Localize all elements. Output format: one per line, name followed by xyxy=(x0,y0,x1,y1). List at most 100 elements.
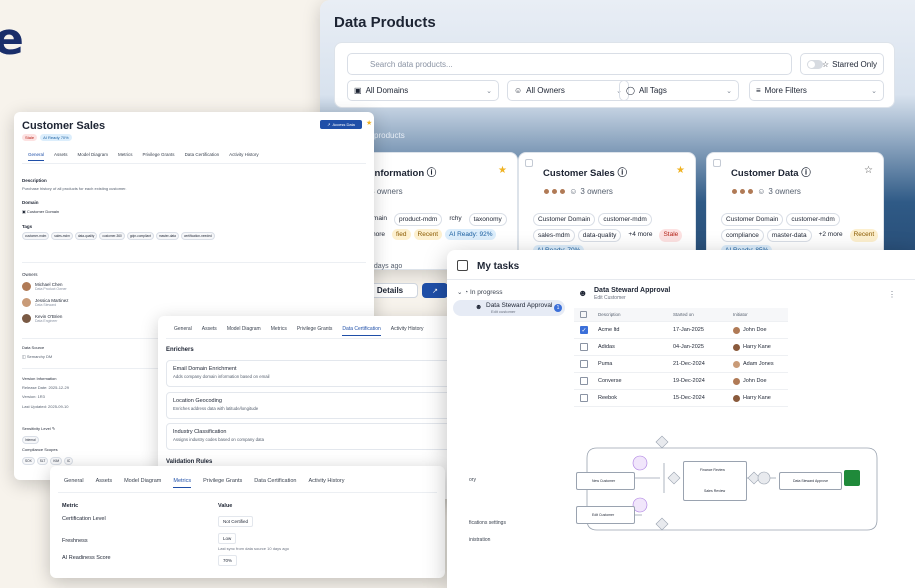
tab-general[interactable]: General xyxy=(64,478,84,488)
row-date: 17-Jan-2025 xyxy=(673,327,704,333)
tab-general[interactable]: General xyxy=(174,326,192,336)
owner-item: Jessica Martinez Data Steward xyxy=(22,298,69,307)
row-checkbox[interactable] xyxy=(580,360,588,368)
tab-activity-history[interactable]: Activity History xyxy=(308,478,344,488)
initiator-name: Harry Kane xyxy=(743,395,771,401)
tab-activity-history[interactable]: Activity History xyxy=(391,326,424,336)
star-outline-icon[interactable]: ☆ xyxy=(864,165,873,176)
version-number: Version: 1R3 xyxy=(22,394,45,399)
access-data-button[interactable]: ↗ Access Data xyxy=(320,120,362,129)
chevron-down-icon: ⌄ xyxy=(871,87,877,95)
my-tasks-window: My tasks ⌄ ◔ In progress ☻ Data Steward … xyxy=(447,250,915,588)
table-row[interactable]: Converse 19-Dec-2024 John Doe xyxy=(574,373,788,390)
owner-role: Data Product Owner xyxy=(35,287,67,291)
tab-privilege-grants[interactable]: Privilege Grants xyxy=(203,478,242,488)
task-item-data-steward-approval[interactable]: ☻ Data Steward Approval Edit customer 1 xyxy=(453,300,565,316)
tab-activity-history[interactable]: Activity History xyxy=(229,152,259,161)
owners-count: 3 owners xyxy=(768,187,801,196)
row-checkbox[interactable] xyxy=(580,343,588,351)
tab-data-certification[interactable]: Data Certification xyxy=(254,478,296,488)
tag-chip: compliance xyxy=(721,229,764,242)
status-badge: Recent xyxy=(413,229,443,240)
in-progress-group[interactable]: ⌄ ◔ In progress xyxy=(457,288,503,296)
tag-chip: +2 more xyxy=(814,229,847,242)
step-label: Data Steward Approve xyxy=(793,479,829,483)
select-all-checkbox[interactable] xyxy=(580,311,587,318)
tab-general[interactable]: General xyxy=(28,152,45,161)
tab-assets[interactable]: Assets xyxy=(96,478,113,488)
row-checkbox[interactable] xyxy=(580,377,588,385)
table-row[interactable]: Reebok 15-Dec-2024 Harry Kane xyxy=(574,390,788,407)
workflow-step-edit-customer[interactable]: Edit Customer xyxy=(576,506,635,524)
compliance-chip: SOX xyxy=(22,457,35,465)
column-header: Initiator xyxy=(733,312,748,317)
gateway-diamond-icon xyxy=(655,517,669,531)
tab-bar: General Assets Model Diagram Metrics Pri… xyxy=(64,478,345,488)
sensitivity-value: Internal xyxy=(22,436,39,444)
status-badge: AI Ready: 92% xyxy=(445,229,497,240)
tag-chip: gdpr-compliant xyxy=(126,232,154,240)
workflow-step-new-customer[interactable]: New Customer xyxy=(576,472,635,490)
tab-model-diagram[interactable]: Model Diagram xyxy=(227,326,261,336)
owner-filter-select[interactable]: ☺ All Owners ⌄ xyxy=(507,80,629,101)
step-label: Sales Review xyxy=(704,489,726,493)
sidebar-link[interactable]: inistration xyxy=(469,537,490,543)
table-row[interactable]: ✓ Acme ltd 17-Jan-2025 John Doe xyxy=(574,322,788,339)
search-input[interactable] xyxy=(347,53,792,75)
tag-chip: taxonomy xyxy=(468,213,507,226)
tab-data-certification[interactable]: Data Certification xyxy=(342,326,381,336)
sidebar-link[interactable]: fications settings xyxy=(469,520,506,526)
card-title: Customer Data ⓘ xyxy=(731,165,811,179)
owners-label: Owners xyxy=(22,272,38,277)
owner-item: Michael Chen Data Product Owner xyxy=(22,282,67,291)
access-data-label: Access Data xyxy=(332,122,355,127)
tab-metrics[interactable]: Metrics xyxy=(271,326,287,336)
divider xyxy=(22,262,366,263)
starred-only-toggle[interactable]: ☆ Starred Only xyxy=(800,53,884,75)
tag-filter-select[interactable]: ◯ All Tags ⌄ xyxy=(619,80,739,101)
star-icon[interactable]: ★ xyxy=(676,165,685,176)
tab-data-certification[interactable]: Data Certification xyxy=(185,152,220,161)
owner-role: Data Engineer xyxy=(35,319,58,323)
card-checkbox[interactable] xyxy=(525,159,533,167)
more-vertical-icon[interactable]: ⋮ xyxy=(888,290,896,299)
toggle-switch-icon[interactable] xyxy=(807,60,823,69)
row-description: Acme ltd xyxy=(598,327,620,333)
tab-model-diagram[interactable]: Model Diagram xyxy=(124,478,161,488)
tab-assets[interactable]: Assets xyxy=(54,152,68,161)
table-row[interactable]: Puma 21-Dec-2024 Adam Jones xyxy=(574,356,788,373)
table-row[interactable]: Adidas 04-Jan-2025 Harry Kane xyxy=(574,339,788,356)
metric-note: Last sync from data source 10 days ago xyxy=(218,546,289,551)
access-icon-button[interactable]: ↗ xyxy=(422,283,448,298)
divider xyxy=(58,492,437,493)
tab-metrics[interactable]: Metrics xyxy=(118,152,133,161)
tab-privilege-grants[interactable]: Privilege Grants xyxy=(143,152,175,161)
tag-chip: sales-mdm xyxy=(533,229,575,242)
row-date: 21-Dec-2024 xyxy=(673,361,705,367)
more-filters-select[interactable]: ≡ More Filters ⌄ xyxy=(749,80,884,101)
description-label: Description xyxy=(22,178,47,183)
star-icon[interactable]: ★ xyxy=(366,119,372,127)
edit-icon[interactable]: ✎ xyxy=(52,426,55,431)
step-label: Finance Review xyxy=(700,468,725,472)
sidebar-link[interactable]: ory xyxy=(469,477,476,483)
tag-list: customer-mdm sales-mdm data-quality cust… xyxy=(22,232,215,240)
task-name: Data Steward Approval xyxy=(486,302,553,309)
tag-icon: ◯ xyxy=(626,86,635,95)
tab-privilege-grants[interactable]: Privilege Grants xyxy=(297,326,333,336)
users-icon: ☺ xyxy=(514,86,523,95)
star-icon[interactable]: ★ xyxy=(498,165,507,176)
brand-logo: e xyxy=(0,14,24,65)
source-label: Data Source xyxy=(22,345,45,350)
tag-chip: +4 more xyxy=(624,229,657,242)
domain-filter-select[interactable]: ▣ All Domains ⌄ xyxy=(347,80,499,101)
tab-assets[interactable]: Assets xyxy=(202,326,217,336)
avatar xyxy=(559,188,566,195)
card-checkbox[interactable] xyxy=(713,159,721,167)
workflow-step-steward-approve[interactable]: Data Steward Approve xyxy=(779,472,842,490)
release-date: Release Date: 2025-12-29 xyxy=(22,385,69,390)
tab-metrics[interactable]: Metrics xyxy=(173,478,192,488)
tab-model-diagram[interactable]: Model Diagram xyxy=(78,152,109,161)
row-checkbox[interactable]: ✓ xyxy=(580,326,588,334)
row-checkbox[interactable] xyxy=(580,394,588,402)
